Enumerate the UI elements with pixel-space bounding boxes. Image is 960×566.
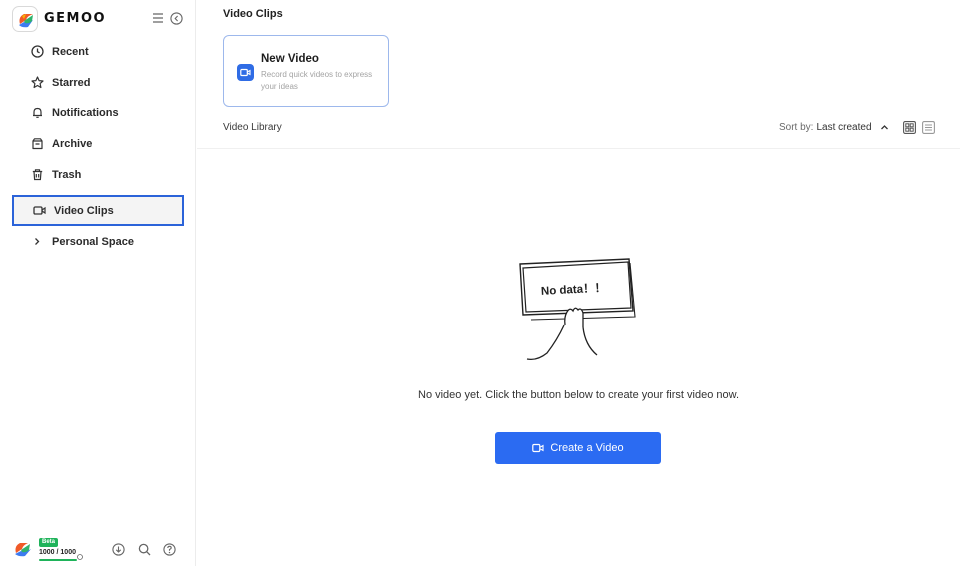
- sidebar-item-label: Notifications: [52, 106, 119, 119]
- sidebar-item-personal-space[interactable]: Personal Space: [12, 226, 184, 257]
- new-video-card[interactable]: New Video Record quick videos to express…: [223, 35, 389, 107]
- sidebar-item-recent[interactable]: Recent: [12, 36, 184, 67]
- download-icon[interactable]: [112, 543, 125, 556]
- trash-icon: [30, 168, 44, 182]
- new-video-description: Record quick videos to express your idea…: [261, 70, 373, 91]
- chevron-right-icon[interactable]: [30, 235, 44, 249]
- gemoo-logo[interactable]: [12, 6, 38, 32]
- divider: [197, 148, 960, 149]
- sidebar: GEMOO Recent Starred Notifications Archi…: [0, 0, 196, 566]
- sidebar-item-label: Recent: [52, 45, 89, 58]
- sidebar-item-notifications[interactable]: Notifications: [12, 97, 184, 128]
- quota-info-icon[interactable]: [77, 547, 83, 560]
- collapse-sidebar-icon[interactable]: [169, 11, 183, 25]
- sidebar-footer: Beta 1000 / 1000: [0, 532, 196, 566]
- quota-progress-bar: [39, 559, 77, 561]
- video-camera-icon: [237, 64, 254, 81]
- help-icon[interactable]: [163, 543, 176, 556]
- video-camera-icon: [532, 443, 544, 453]
- bell-icon: [30, 106, 44, 120]
- quota-text: 1000 / 1000: [39, 549, 76, 556]
- sidebar-item-label: Trash: [52, 168, 82, 181]
- sort-value: Last created: [816, 122, 872, 133]
- chevron-up-icon: [880, 123, 889, 132]
- create-video-button[interactable]: Create a Video: [495, 432, 661, 464]
- no-data-illustration: No data！！: [517, 255, 639, 365]
- sidebar-item-label: Starred: [52, 76, 91, 89]
- sidebar-item-starred[interactable]: Starred: [12, 67, 184, 98]
- video-library-label: Video Library: [223, 122, 282, 133]
- sidebar-item-label: Archive: [52, 137, 93, 150]
- menu-icon[interactable]: [151, 11, 165, 25]
- brand-name: GEMOO: [44, 11, 107, 26]
- sidebar-item-trash[interactable]: Trash: [12, 159, 184, 190]
- sort-dropdown[interactable]: Sort by: Last created: [779, 122, 889, 133]
- grid-view-icon[interactable]: [903, 121, 916, 134]
- clock-icon: [30, 45, 44, 59]
- main-content: Video Clips New Video Record quick video…: [197, 0, 960, 566]
- sidebar-item-archive[interactable]: Archive: [12, 128, 184, 159]
- beta-badge: Beta: [39, 538, 59, 547]
- sort-prefix: Sort by:: [779, 122, 814, 133]
- sidebar-item-label: Personal Space: [52, 235, 134, 248]
- empty-state-message: No video yet. Click the button below to …: [418, 389, 739, 401]
- archive-icon: [30, 137, 44, 151]
- new-video-title: New Video: [261, 53, 319, 65]
- create-video-label: Create a Video: [550, 442, 624, 454]
- page-title: Video Clips: [223, 8, 283, 20]
- video-camera-icon: [32, 204, 46, 218]
- brand: GEMOO: [12, 6, 184, 32]
- sidebar-item-label: Video Clips: [54, 204, 114, 217]
- star-icon: [30, 76, 44, 90]
- gemoo-logo-small: [13, 539, 35, 559]
- search-icon[interactable]: [138, 543, 151, 556]
- list-view-icon[interactable]: [922, 121, 935, 134]
- sidebar-item-video-clips[interactable]: Video Clips: [12, 195, 184, 226]
